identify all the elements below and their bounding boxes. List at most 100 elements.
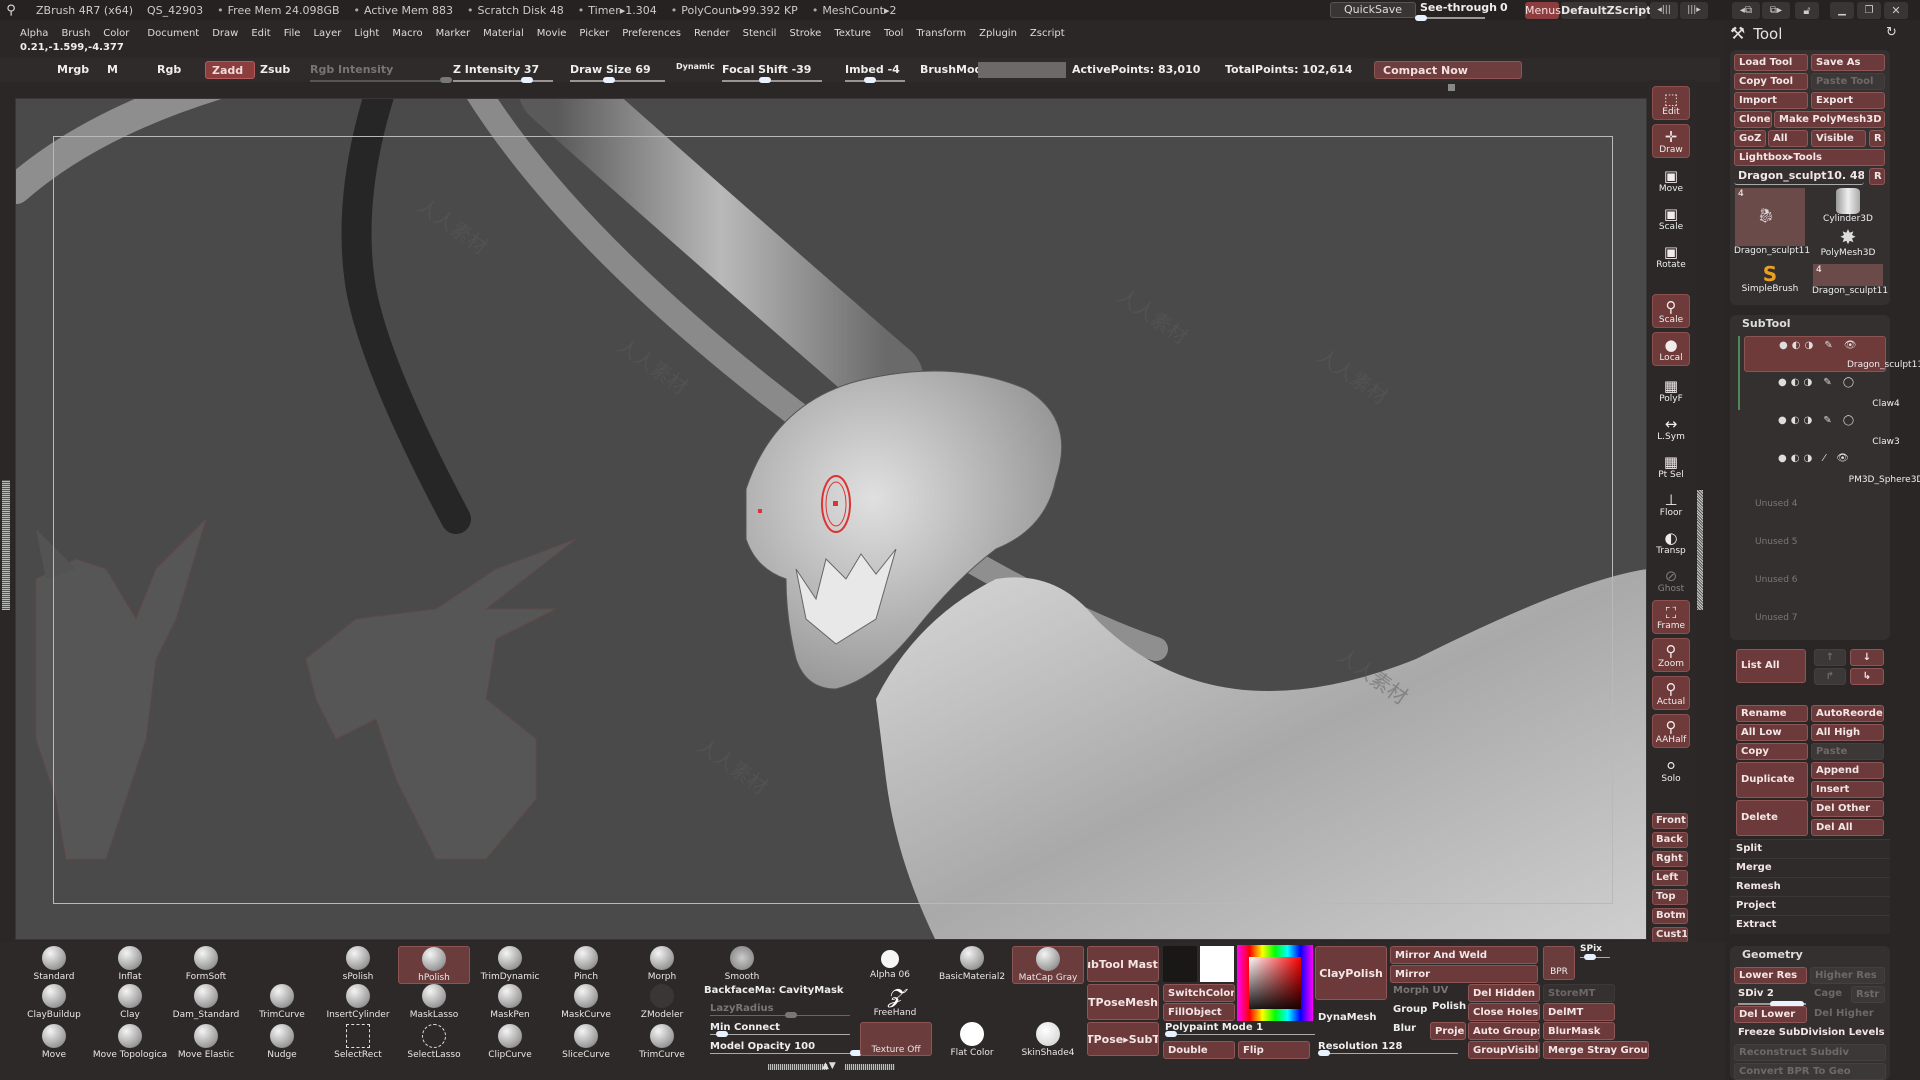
bpr-render-button[interactable]: BPR <box>1543 946 1575 980</box>
menu-draw[interactable]: Draw <box>212 28 238 39</box>
brush-clay[interactable]: Clay <box>90 984 170 1020</box>
material-basic[interactable]: BasicMaterial2 <box>932 946 1012 982</box>
view-custom1-button[interactable]: Cust1 <box>1652 927 1688 943</box>
duplicate-button[interactable]: Duplicate <box>1736 762 1808 798</box>
menu-stencil[interactable]: Stencil <box>743 28 777 39</box>
current-tool-slider[interactable]: Dragon_sculpt10. 48 <box>1734 168 1864 185</box>
prev-layout-icon[interactable]: ◂⧉ <box>1732 2 1760 19</box>
default-zscript-button[interactable]: DefaultZScript <box>1561 2 1651 19</box>
model-opacity-slider[interactable]: Model Opacity 100 <box>710 1041 815 1052</box>
view-back-button[interactable]: Back <box>1652 832 1688 848</box>
goz-button[interactable]: GoZ <box>1734 130 1766 147</box>
list-all-button[interactable]: List All <box>1736 649 1806 683</box>
view-left-button[interactable]: Left <box>1652 870 1688 886</box>
right-tray-scrollbar[interactable] <box>1697 490 1703 610</box>
brush-trimcurve[interactable]: TrimCurve <box>242 984 322 1020</box>
brush-selectrect[interactable]: SelectRect <box>318 1024 398 1060</box>
brush-morph[interactable]: Morph <box>622 946 702 982</box>
flat-color-material[interactable]: Flat Color <box>932 1022 1012 1058</box>
brush-hpolish[interactable]: hPolish <box>398 946 470 984</box>
del-other-button[interactable]: Del Other <box>1811 800 1884 817</box>
menu-macro[interactable]: Macro <box>392 28 422 39</box>
spix-slider[interactable]: SPix <box>1580 944 1602 954</box>
see-through-slider[interactable] <box>1415 15 1485 21</box>
claypolish-button[interactable]: ClayPolish <box>1315 946 1387 1000</box>
export-button[interactable]: Export <box>1811 92 1885 109</box>
compact-now-button[interactable]: Compact Now <box>1374 61 1522 79</box>
stroke-selector[interactable]: 𝓩 FreeHand <box>855 984 935 1018</box>
brush-trimcurve-2[interactable]: TrimCurve <box>622 1024 702 1060</box>
subtool-item[interactable]: ●◐◑ ✎ ◯ Claw3 <box>1744 412 1900 448</box>
shrink-palette-icon[interactable]: ◂||| <box>1650 2 1678 19</box>
autoreorder-button[interactable]: AutoReorde <box>1811 705 1884 722</box>
menu-material[interactable]: Material <box>483 28 524 39</box>
brush-maskcurve[interactable]: MaskCurve <box>546 984 626 1020</box>
subtool-item[interactable]: ●◐◑ ✎ 👁︎ Dragon_sculpt11 <box>1744 336 1920 372</box>
zoom-button[interactable]: ⚲ Zoom <box>1652 638 1690 672</box>
local-button[interactable]: ● Local <box>1652 332 1690 366</box>
rstr-button[interactable]: Rstr <box>1851 986 1885 1003</box>
paste-tool-button[interactable]: Paste Tool <box>1811 73 1885 90</box>
menu-render[interactable]: Render <box>694 28 730 39</box>
move-up-folder-icon[interactable]: ↱ <box>1814 668 1846 685</box>
menu-color[interactable]: Color <box>103 28 129 39</box>
polish-slider[interactable]: Polish <box>1432 1001 1466 1012</box>
alpha-selector[interactable]: Alpha 06 <box>850 946 930 980</box>
canvas-viewport[interactable]: 人人素材 人人素材 人人素材 人人素材 人人素材 人人素材 <box>15 98 1647 940</box>
tpose-subt-button[interactable]: TPose▸SubT <box>1087 1022 1159 1056</box>
make-polymesh-button[interactable]: Make PolyMesh3D <box>1774 111 1885 128</box>
switchcolor-button[interactable]: SwitchColor <box>1163 984 1235 1002</box>
tool-thumb-dragon[interactable]: 4 🐉︎ Dragon_sculpt11 <box>1734 188 1810 256</box>
dynamesh-button[interactable]: DynaMesh <box>1318 1012 1377 1023</box>
brush-spolish[interactable]: sPolish <box>318 946 398 982</box>
brush-masklasso[interactable]: MaskLasso <box>394 984 474 1020</box>
subtool-item[interactable]: ●◐◑ ⁄ 👁︎ PM3D_Sphere3D <box>1744 450 1920 486</box>
save-as-button[interactable]: Save As <box>1811 54 1885 71</box>
view-front-button[interactable]: Front <box>1652 813 1688 829</box>
groupvisible-button[interactable]: GroupVisible <box>1468 1041 1540 1059</box>
project-section[interactable]: Project <box>1730 896 1890 915</box>
tool-thumb-polymesh[interactable]: ✸ PolyMesh3D <box>1812 226 1884 258</box>
refresh-icon[interactable]: ↻ <box>1886 25 1897 40</box>
brush-move[interactable]: Move <box>14 1024 94 1060</box>
rgb-button[interactable]: Rgb <box>157 61 181 79</box>
left-tray-handle[interactable] <box>2 480 10 610</box>
menu-file[interactable]: File <box>284 28 301 39</box>
brushmod-slider[interactable]: BrushMod <box>920 61 1066 79</box>
transparency-button[interactable]: ◐ Transp <box>1652 524 1690 558</box>
rotate-button[interactable]: ▣ Rotate <box>1652 238 1690 272</box>
del-higher-button[interactable]: Del Higher <box>1810 1006 1885 1023</box>
load-tool-button[interactable]: Load Tool <box>1734 54 1808 71</box>
point-select-button[interactable]: ▦ Pt Sel <box>1652 448 1690 482</box>
rename-button[interactable]: Rename <box>1736 705 1808 722</box>
flip-button[interactable]: Flip <box>1238 1041 1310 1059</box>
brush-pinch[interactable]: Pinch <box>546 946 626 982</box>
goz-all-button[interactable]: All <box>1768 130 1808 147</box>
all-high-button[interactable]: All High <box>1811 724 1884 741</box>
imbed-knob[interactable] <box>864 77 876 83</box>
actual-button[interactable]: ⚲ Actual <box>1652 676 1690 710</box>
double-button[interactable]: Double <box>1163 1041 1235 1059</box>
menu-movie[interactable]: Movie <box>537 28 567 39</box>
zadd-button[interactable]: Zadd <box>205 61 255 79</box>
all-low-button[interactable]: All Low <box>1736 724 1808 741</box>
shelf-expand-icon[interactable]: ▲▼ <box>822 1061 836 1071</box>
morph-uv-button[interactable]: Morph UV <box>1393 985 1448 996</box>
zsub-button[interactable]: Zsub <box>260 61 290 79</box>
menu-zscript[interactable]: Zscript <box>1030 28 1065 39</box>
brush-trimdynamic[interactable]: TrimDynamic <box>470 946 550 982</box>
draw-button[interactable]: ✛ Draw <box>1652 124 1690 158</box>
copy-subtool-button[interactable]: Copy <box>1736 743 1808 760</box>
merge-stray-groups-button[interactable]: Merge Stray Groups <box>1543 1041 1649 1059</box>
menu-edit[interactable]: Edit <box>251 28 270 39</box>
lock-icon[interactable]: 🔓︎ <box>1795 2 1819 19</box>
brush-dam-standard[interactable]: Dam_Standard <box>166 984 246 1020</box>
menu-layer[interactable]: Layer <box>313 28 341 39</box>
lazy-radius-slider[interactable]: LazyRadius <box>710 1003 774 1014</box>
menu-light[interactable]: Light <box>354 28 379 39</box>
menu-alpha[interactable]: Alpha <box>20 28 48 39</box>
m-button[interactable]: M <box>107 61 118 79</box>
focal-shift-knob[interactable] <box>759 77 771 83</box>
lower-res-button[interactable]: Lower Res <box>1734 967 1807 984</box>
brush-clipcurve[interactable]: ClipCurve <box>470 1024 550 1060</box>
